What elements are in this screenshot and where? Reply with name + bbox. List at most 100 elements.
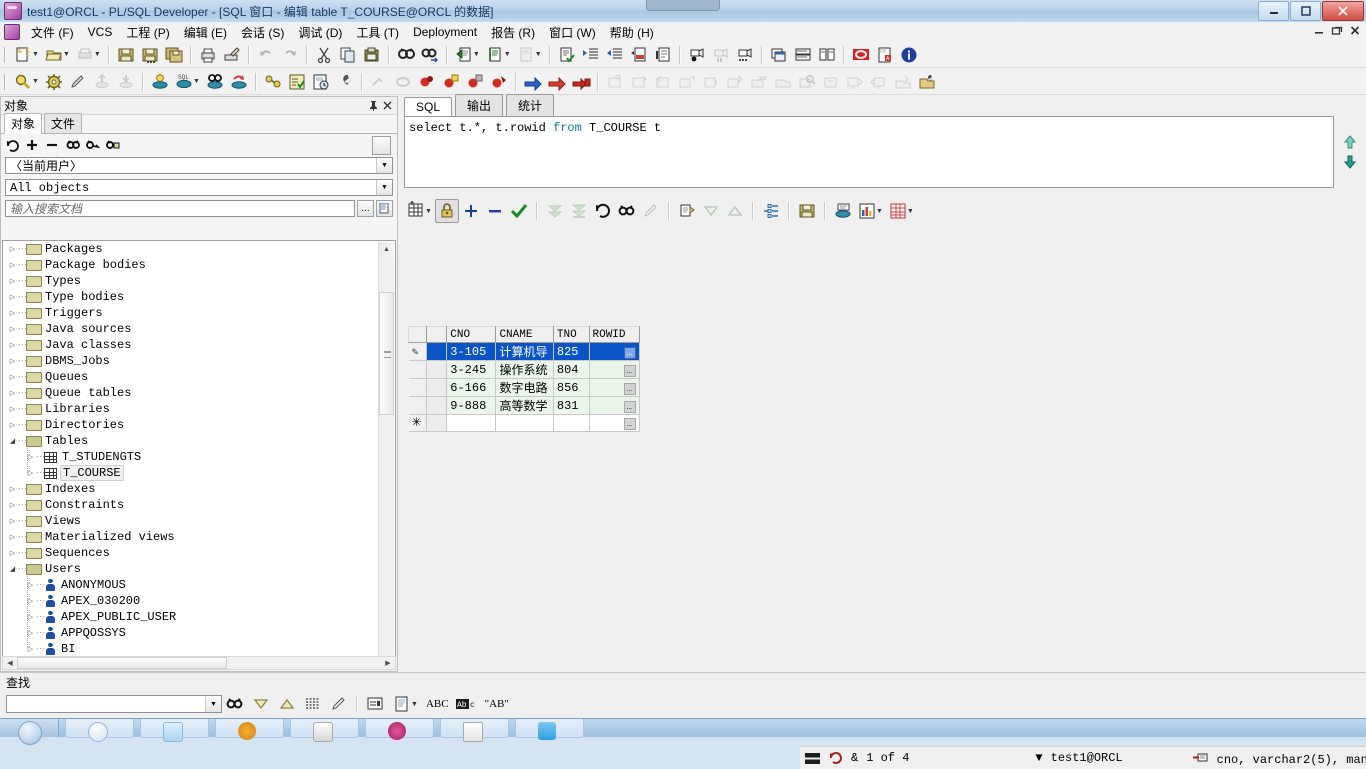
menu-item-debug[interactable]: 调试 (D) — [291, 22, 349, 43]
table-row[interactable]: 9-888 高等数学 831… — [408, 396, 640, 415]
cell-cno[interactable]: 3-245 — [446, 360, 497, 379]
toolbar-grip[interactable] — [2, 45, 9, 65]
breakpoint-3-button[interactable] — [463, 71, 487, 93]
db-tool-7-button[interactable] — [747, 71, 771, 93]
tree-item-triggers[interactable]: ▷ ⋯ Triggers — [3, 305, 381, 321]
tab-objects[interactable]: 对象 — [4, 113, 43, 134]
row-selector-cell[interactable] — [426, 378, 448, 397]
new-cell-rowid[interactable]: … — [589, 414, 640, 432]
objects-panel-tabs[interactable]: 对象 文件 — [1, 113, 397, 134]
find-input[interactable]: ▼ — [6, 695, 222, 713]
syntax-check-button[interactable] — [555, 44, 579, 66]
scroll-statement-down-icon[interactable] — [1343, 155, 1357, 169]
find-bar-row[interactable]: ▼ ▼ ABC Ab c "AB" — [0, 691, 1366, 715]
cell-cname[interactable]: 操作系统 — [495, 360, 554, 379]
find-all-icon[interactable] — [300, 693, 326, 715]
result-table[interactable]: CNO CNAME TNO ROWID ✎ 3-105 计算机导 825… 3-245 操… — [408, 326, 640, 432]
next-set-button[interactable] — [543, 199, 567, 223]
uncomment-button[interactable] — [651, 44, 675, 66]
refresh-icon[interactable] — [5, 138, 20, 153]
sort-ascending-button[interactable] — [723, 199, 747, 223]
cascade-windows-button[interactable] — [767, 44, 791, 66]
chevron-right-icon[interactable]: ▷ — [7, 516, 18, 527]
copy-to-clipboard-button[interactable] — [675, 199, 699, 223]
tree-item-constraints[interactable]: ▷ ⋯ Constraints — [3, 497, 381, 513]
taskbar-item-3[interactable] — [215, 719, 284, 740]
tree-item-package-bodies[interactable]: ▷ ⋯ Package bodies — [3, 257, 381, 273]
chevron-right-icon[interactable]: ▷ — [7, 244, 18, 255]
tab-output[interactable]: 输出 — [455, 94, 504, 116]
menu-item-tools[interactable]: 工具 (T) — [349, 22, 406, 43]
find-prev-up-icon[interactable] — [274, 693, 300, 715]
hscroll-right-button[interactable]: ▶ — [381, 657, 395, 669]
panel-options-button[interactable] — [372, 135, 391, 155]
pin-icon[interactable] — [366, 99, 380, 113]
browse-folder-icon[interactable] — [105, 138, 120, 153]
tree-item-bi[interactable]: ▷ ⋯ BI — [3, 641, 381, 657]
db-tool-4-button[interactable] — [675, 71, 699, 93]
table-row[interactable]: 3-245 操作系统 804… — [408, 360, 640, 379]
cell-tno[interactable]: 831 — [553, 396, 590, 415]
cell-tno[interactable]: 825 — [553, 342, 590, 361]
step-into-button[interactable] — [521, 71, 545, 93]
copy-button[interactable] — [336, 44, 360, 66]
chevron-down-icon[interactable]: ◢ — [7, 436, 18, 447]
cell-cno[interactable]: 3-105 — [446, 342, 497, 361]
row-selector-cell[interactable] — [426, 396, 448, 415]
column-header-cno[interactable]: CNO — [446, 326, 497, 343]
status-refresh-icon[interactable] — [825, 749, 847, 767]
whole-word-label[interactable]: "AB" — [480, 698, 514, 710]
history-button[interactable] — [309, 71, 333, 93]
main-toolbar-row-2[interactable]: ▼ SQL ▼ — [0, 69, 1366, 95]
chevron-down-icon-2[interactable]: ▼ — [376, 180, 392, 195]
grid-view-button[interactable] — [886, 199, 910, 223]
rollback-disabled-button[interactable] — [114, 71, 138, 93]
user-filter-combobox[interactable]: 〈当前用户〉 ▼ — [5, 157, 393, 174]
insert-record-button[interactable] — [459, 199, 483, 223]
execute-sql-button[interactable]: SQL — [172, 71, 196, 93]
object-search-row[interactable]: 输入搜索文档 ... — [5, 200, 393, 217]
tree-item-anonymous[interactable]: ▷ ⋯ ANONYMOUS — [3, 577, 381, 593]
chevron-right-icon[interactable]: ▷ — [7, 500, 18, 511]
db-tool-11-button[interactable] — [867, 71, 891, 93]
tree-item-tables[interactable]: ◢ ⋯ Tables — [3, 433, 381, 449]
outdent-button[interactable] — [603, 44, 627, 66]
save-button[interactable] — [114, 44, 138, 66]
undo-button[interactable] — [254, 44, 278, 66]
grid-layout-button[interactable] — [404, 199, 428, 223]
tile-vertical-button[interactable] — [815, 44, 839, 66]
new-cell-cname[interactable] — [495, 414, 554, 432]
chevron-right-icon[interactable]: ▷ — [7, 404, 18, 415]
debug-step-disabled-button[interactable] — [367, 71, 391, 93]
fetch-all-button[interactable] — [567, 199, 591, 223]
hscroll-thumb[interactable] — [17, 657, 227, 669]
new-sql-doc-button[interactable] — [483, 44, 507, 66]
hscroll-left-button[interactable]: ◀ — [3, 657, 17, 669]
chart-button[interactable] — [855, 199, 879, 223]
breakpoint-button[interactable] — [415, 71, 439, 93]
export-save-button[interactable] — [795, 199, 819, 223]
clear-filter-button[interactable] — [639, 199, 663, 223]
new-record-row[interactable]: ✳ … — [408, 414, 640, 432]
find-next-down-icon[interactable] — [248, 693, 274, 715]
tree-vertical-scrollbar[interactable]: ▲ ▼ — [378, 242, 394, 669]
task-list-button[interactable] — [285, 71, 309, 93]
menu-item-project[interactable]: 工程 (P) — [119, 22, 176, 43]
chevron-right-icon[interactable]: ▷ — [7, 356, 18, 367]
db-tool-1-button[interactable] — [603, 71, 627, 93]
start-button[interactable] — [0, 719, 59, 745]
clear-button[interactable] — [66, 71, 90, 93]
recall-statement-button[interactable] — [514, 44, 538, 66]
mdi-window-controls[interactable] — [1312, 24, 1362, 39]
chevron-right-icon[interactable]: ▷ — [25, 468, 36, 479]
lock-editing-button[interactable] — [434, 199, 459, 223]
tree-item-types[interactable]: ▷ ⋯ Types — [3, 273, 381, 289]
tree-item-appqossys[interactable]: ▷ ⋯ APPQOSSYS — [3, 625, 381, 641]
search-doc-icon[interactable] — [376, 200, 393, 217]
chevron-right-icon[interactable]: ▷ — [7, 388, 18, 399]
tree-item-views[interactable]: ▷ ⋯ Views — [3, 513, 381, 529]
db-tool-3-button[interactable] — [651, 71, 675, 93]
find-execute-icon[interactable] — [222, 693, 248, 715]
editor-side-buttons[interactable] — [1336, 116, 1364, 188]
execute-button[interactable] — [148, 71, 172, 93]
